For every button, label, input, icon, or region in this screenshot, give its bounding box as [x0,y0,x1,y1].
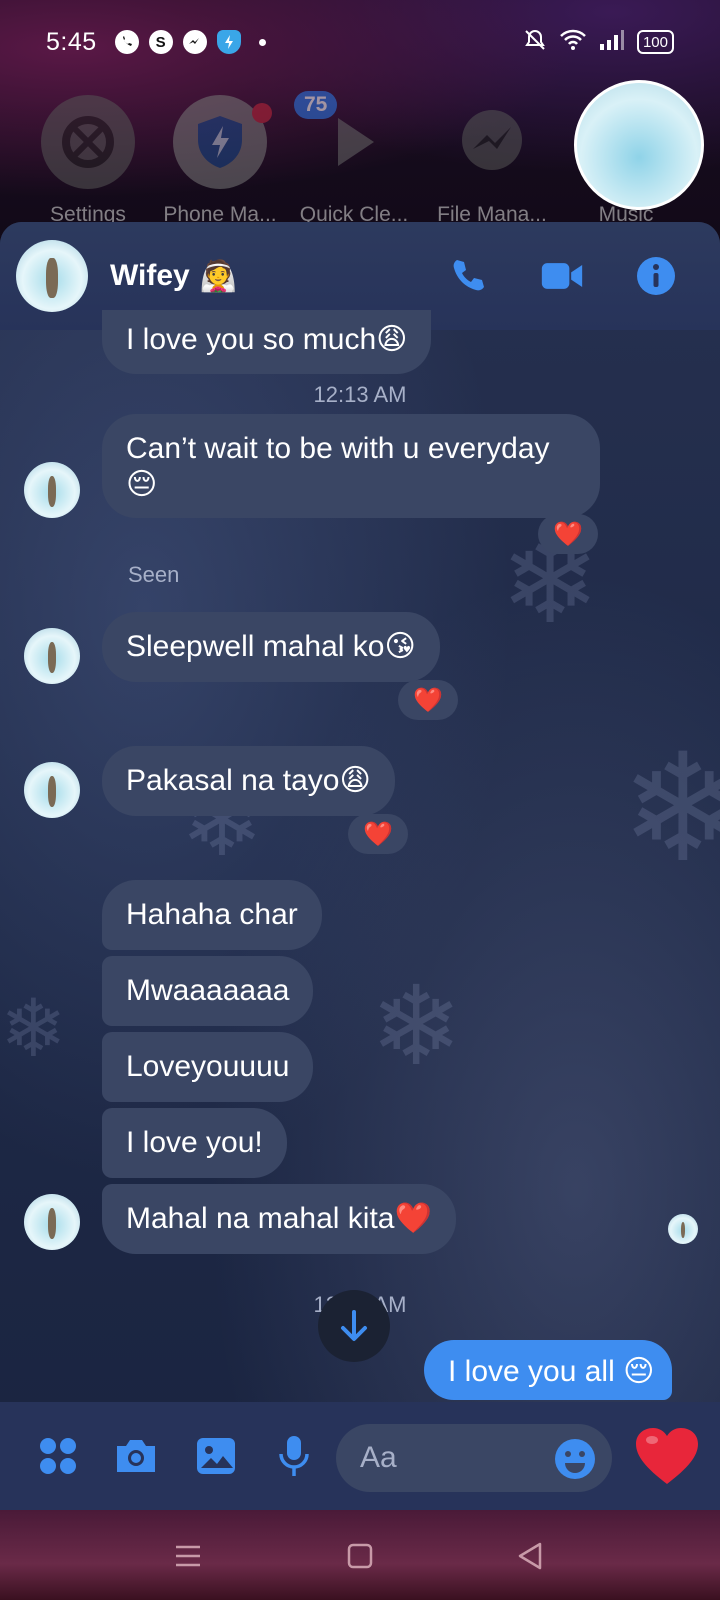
home-icon[interactable] [340,1536,380,1576]
sender-avatar[interactable] [24,628,80,684]
heart-send-button[interactable] [634,1426,700,1488]
notification-badge: 75 [294,91,338,119]
seen-status: Seen [128,562,180,587]
skype-icon: S [148,30,173,54]
header-actions [446,254,678,298]
sender-avatar[interactable] [24,1194,80,1250]
battery-indicator: 100 [636,30,674,54]
message-bubble[interactable]: Pakasal na tayo😩 [102,746,395,816]
menu-icon[interactable] [168,1536,208,1576]
status-app-icons: S [114,30,266,54]
dock-app-settings[interactable]: Settings [28,95,148,227]
snowflake-decoration: ❄ [370,965,463,1088]
heart-reaction[interactable]: ❤️ [538,514,598,554]
snowflake-decoration: ❄ [620,724,720,892]
mute-icon [523,28,547,57]
notification-dot [258,38,266,46]
info-icon[interactable] [634,254,678,298]
scroll-to-bottom-button[interactable] [318,1290,390,1362]
message-bubble[interactable]: I love you so much😩 [102,310,432,374]
gear-icon [41,95,135,189]
messenger-icon [445,95,539,189]
signal-icon [599,28,625,57]
phone-call-icon[interactable] [446,254,490,298]
notification-dot [252,103,272,123]
outgoing-message-bubble[interactable]: I love you all 😔 [424,1340,672,1400]
message-bubble[interactable]: Mwaaaaaaa [102,956,314,1026]
heart-reaction[interactable]: ❤️ [348,814,408,854]
contact-avatar[interactable] [16,240,88,312]
messenger-icon [182,30,207,54]
contact-name-text: Wifey [110,259,190,292]
back-icon[interactable] [510,1536,550,1576]
chat-panel: ❄ ❄ ❄ ❄ ❄ Wifey 👰 I love you so much😩 12… [0,222,720,1510]
status-bar: 5:45 S 100 [46,22,674,62]
message-bubble[interactable]: I love you! [102,1108,287,1178]
shield-icon [216,30,241,54]
message-composer [0,1402,720,1510]
heart-reaction[interactable]: ❤️ [398,680,458,720]
arrow-down-icon [341,1310,367,1341]
video-call-icon[interactable] [540,254,584,298]
dock-app-quick-clean[interactable]: 75 Quick Cle... [294,91,414,227]
outgoing-message-text: I love you all 😔 [448,1355,655,1388]
heart-icon [636,1428,698,1484]
contact-name[interactable]: Wifey 👰 [110,259,237,294]
gallery-icon[interactable] [192,1432,240,1480]
viber-icon [114,30,139,54]
sender-avatar[interactable] [24,762,80,818]
wifi-icon [559,28,587,57]
message-bubble[interactable]: Sleepwell mahal ko😘 [102,612,440,682]
message-timestamp: 12:13 AM [313,382,407,407]
apps-menu-icon[interactable] [34,1432,82,1480]
snowflake-decoration: ❄ [0,984,68,1073]
status-right: 100 [523,28,674,57]
message-bubble[interactable]: Mahal na mahal kita❤️ [102,1184,456,1254]
message-bubble[interactable]: Can’t wait to be with u everyday 😔 [102,414,600,518]
status-time: 5:45 [46,27,97,56]
system-nav-bar [0,1510,720,1600]
contact-emoji: 👰 [199,259,238,293]
emoji-icon[interactable] [554,1438,596,1480]
read-receipt-avatar [668,1214,698,1244]
microphone-icon[interactable] [270,1432,318,1480]
dock-app-file-manager[interactable]: File Mana... [432,95,552,227]
sender-avatar[interactable] [24,462,80,518]
dock-app-phone-manager[interactable]: Phone Ma... [160,95,280,227]
message-bubble[interactable]: Loveyouuuu [102,1032,314,1102]
chat-head-avatar[interactable] [574,80,704,210]
camera-icon[interactable] [112,1432,160,1480]
message-bubble[interactable]: Hahaha char [102,880,322,950]
